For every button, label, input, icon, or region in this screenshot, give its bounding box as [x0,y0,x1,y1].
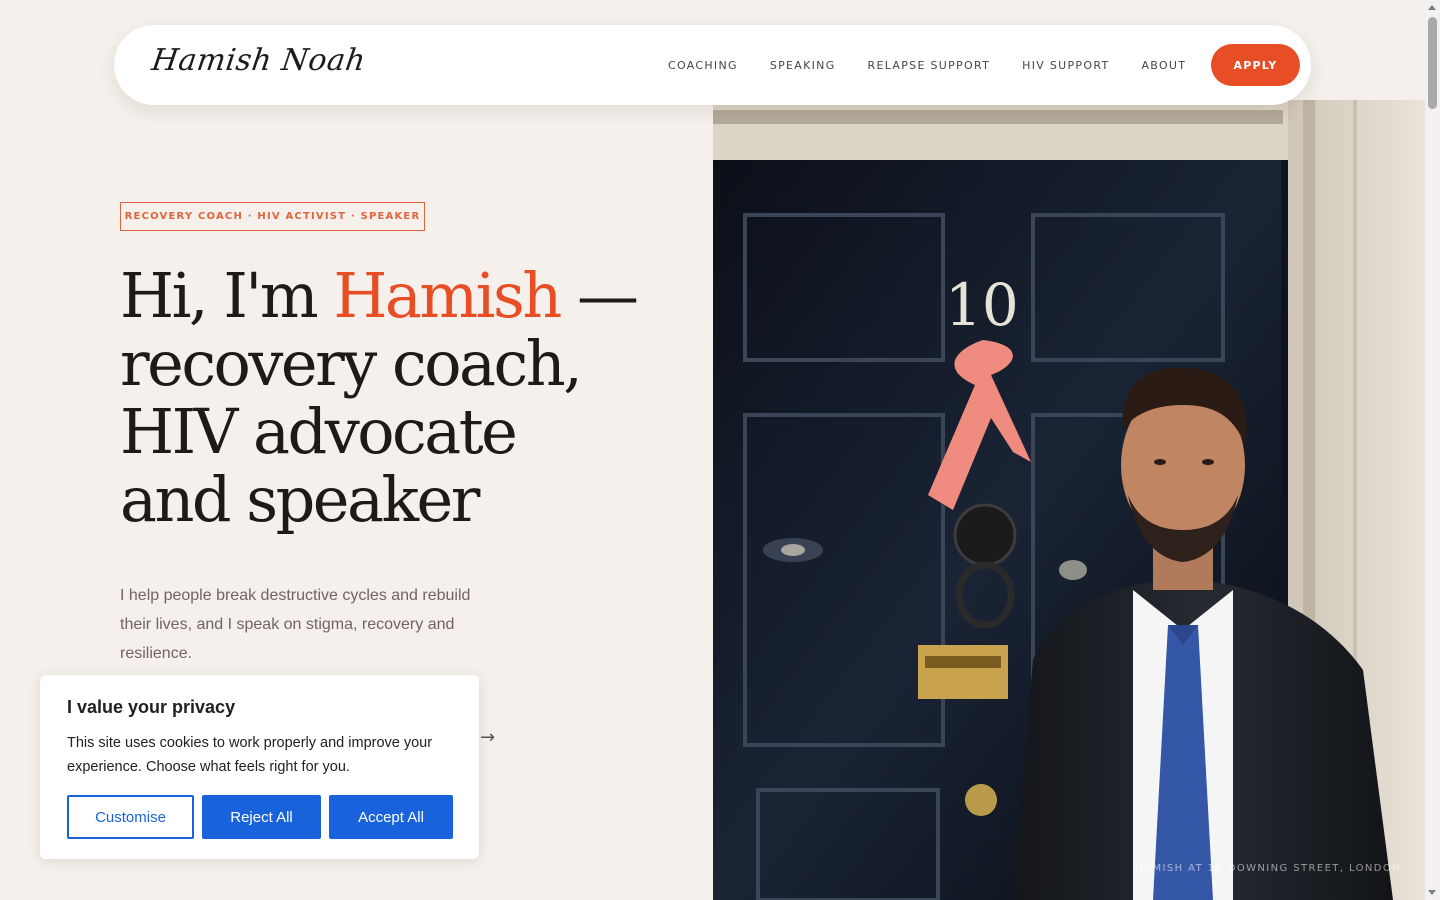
site-header: Hamish Noah COACHING SPEAKING RELAPSE SU… [114,25,1311,105]
door-number: 10 [945,271,1019,339]
main-nav: COACHING SPEAKING RELAPSE SUPPORT HIV SU… [668,25,1218,105]
scroll-up-icon[interactable] [1428,5,1436,10]
apply-button[interactable]: APPLY [1211,44,1300,86]
scroll-down-icon[interactable] [1428,890,1436,895]
nav-item-about[interactable]: ABOUT [1141,59,1186,72]
cookie-title: I value your privacy [67,697,236,717]
scroll-thumb[interactable] [1428,17,1437,109]
downing-street-photo: 10 [713,100,1425,900]
page-scrollbar[interactable] [1425,0,1440,900]
cookie-description: This site uses cookies to work properly … [67,735,433,775]
hero-intro-text: I help people break destructive cycles a… [120,587,471,662]
reject-all-button[interactable]: Reject All [202,795,321,839]
arrow-right-icon[interactable]: → [480,727,495,748]
photo-caption: HAMISH AT 10 DOWNING STREET, LONDON [1135,863,1401,874]
site-logo[interactable]: Hamish Noah [150,43,368,78]
nav-item-coaching[interactable]: COACHING [668,59,738,72]
hero-tagline-badge: RECOVERY COACH · HIV ACTIVIST · SPEAKER [120,202,425,231]
customise-button[interactable]: Customise [67,795,194,839]
nav-item-speaking[interactable]: SPEAKING [770,59,836,72]
headline-prefix: Hi, I'm [120,259,334,332]
hero-headline: Hi, I'm Hamish — recovery coach, HIV adv… [120,262,640,534]
nav-item-hiv-support[interactable]: HIV SUPPORT [1022,59,1109,72]
hero-photo: 10 HAMISH AT 10 DOWNING STREET, LONDON [713,100,1425,900]
cookie-consent-banner: I value your privacy This site uses cook… [40,675,479,859]
accept-all-button[interactable]: Accept All [329,795,453,839]
nav-item-relapse-support[interactable]: RELAPSE SUPPORT [868,59,991,72]
headline-name: Hamish [333,259,562,332]
